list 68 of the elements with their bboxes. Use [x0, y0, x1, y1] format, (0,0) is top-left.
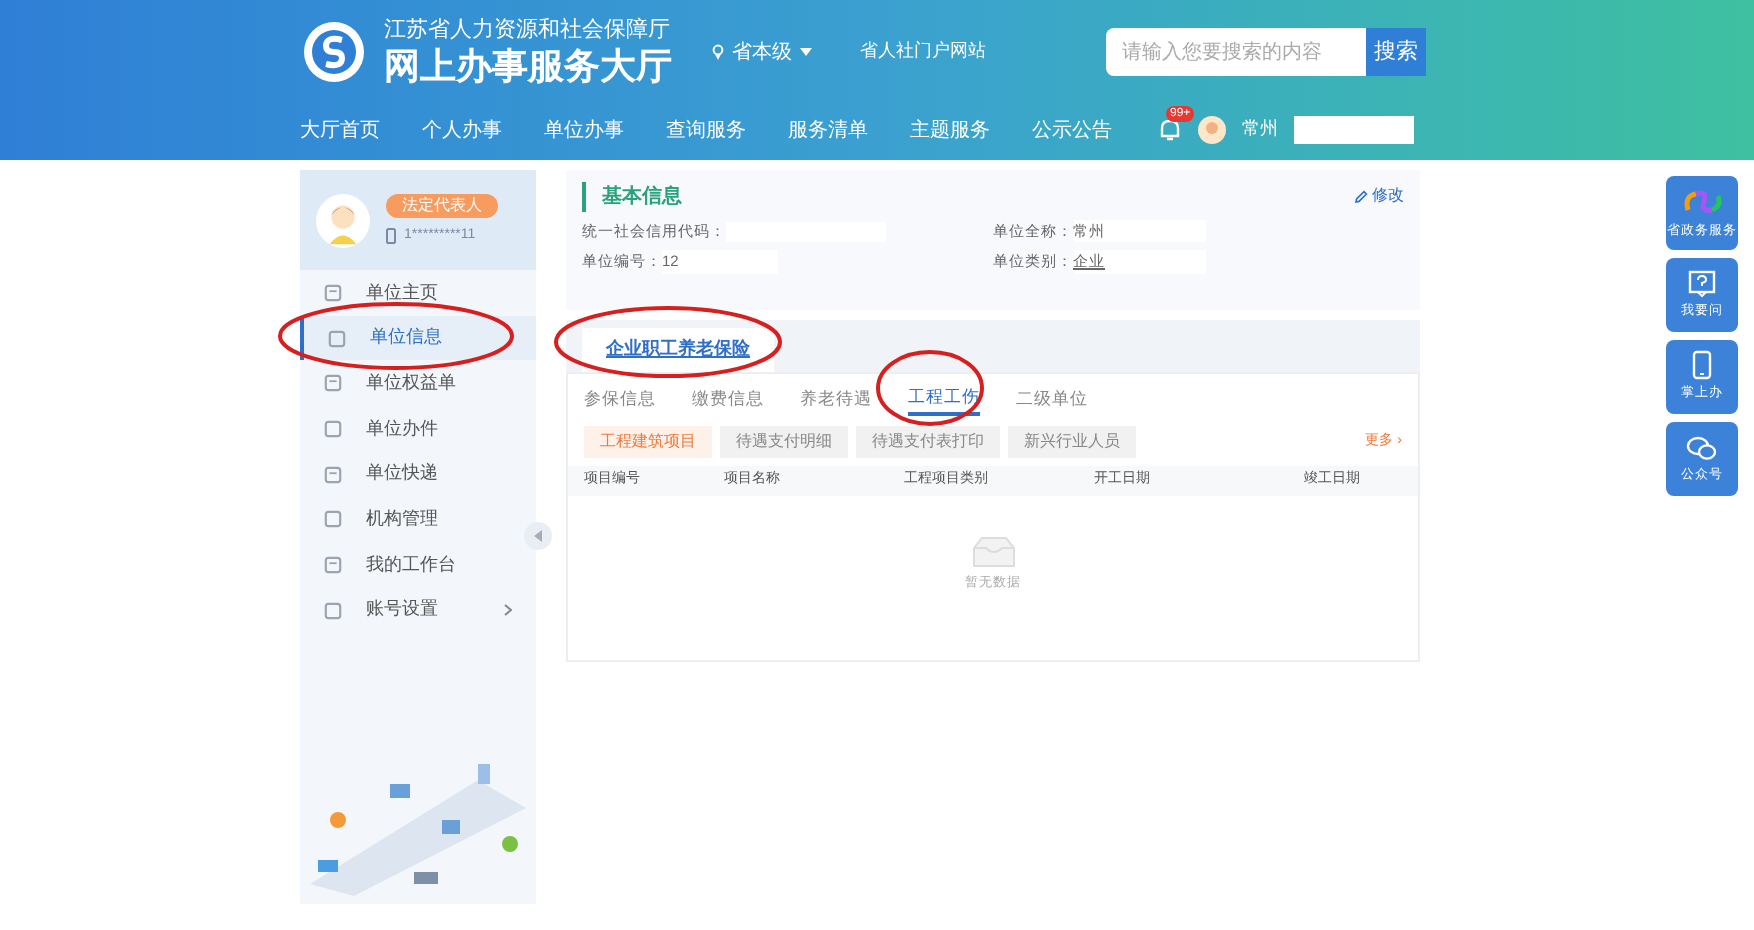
site-title: 网上办事服务大厅	[384, 43, 672, 87]
collapse-button[interactable]	[524, 522, 552, 550]
sidebar-item-label: 单位办件	[366, 415, 438, 442]
sidebar-item-label: 单位信息	[370, 324, 442, 351]
nav-link[interactable]: 查询服务	[666, 115, 788, 145]
nav-link[interactable]: 服务清单	[788, 115, 910, 145]
annotation-ellipse	[876, 350, 984, 426]
nav-link[interactable]: 大厅首页	[300, 115, 422, 145]
question-icon	[1688, 269, 1716, 298]
chevron-icon	[504, 604, 512, 617]
avatar-icon[interactable]	[1198, 116, 1226, 144]
avatar-icon	[316, 193, 370, 247]
sidebar-item-label: 单位主页	[366, 279, 438, 306]
phone-icon	[386, 228, 396, 244]
nav-link[interactable]: 主题服务	[910, 115, 1032, 145]
logo-icon	[300, 18, 368, 86]
menu-item-icon	[324, 283, 342, 302]
filter-tab[interactable]: 工程建筑项目	[584, 426, 712, 458]
phone-icon	[1692, 350, 1712, 381]
bell-icon[interactable]	[1158, 118, 1182, 142]
search-field[interactable]: 请输入您要搜索的内容	[1106, 28, 1366, 76]
edit-link[interactable]: 修改	[1354, 184, 1404, 208]
sidebar-item-label: 我的工作台	[366, 551, 456, 578]
logo-icon	[1680, 185, 1724, 218]
nav-link[interactable]: 公示公告	[1032, 115, 1154, 145]
org-name: 江苏省人力资源和社会保障厅	[384, 17, 672, 43]
menu-item-icon	[328, 329, 346, 348]
sidebar-item-label: 账号设置	[366, 596, 438, 623]
sub-tab[interactable]: 参保信息	[584, 380, 656, 416]
menu-item-icon	[324, 465, 342, 484]
menu-item-icon	[324, 555, 342, 574]
caret-icon	[800, 48, 812, 56]
location-icon	[712, 44, 724, 60]
filter-tab[interactable]: 待遇支付表打印	[856, 426, 1000, 458]
insurance-tab[interactable]: 企业职工养老保险	[582, 328, 774, 372]
sidebar-item-label: 机构管理	[366, 506, 438, 533]
nav-link[interactable]: 单位办事	[544, 115, 666, 145]
sidebar-item[interactable]: 单位权益单	[300, 360, 536, 407]
user-name[interactable]: 常州	[1242, 116, 1278, 144]
menu-item-icon	[324, 510, 342, 529]
filter-tab[interactable]: 新兴行业人员	[1008, 426, 1136, 458]
sub-tab[interactable]: 二级单位	[1016, 380, 1088, 416]
nav-link[interactable]: 个人办事	[422, 115, 544, 145]
chat-icon	[1686, 433, 1718, 462]
search-button[interactable]: 搜索	[1366, 28, 1426, 76]
pencil-icon	[1354, 189, 1368, 203]
portal-link[interactable]: 省人社门户网站	[860, 38, 986, 66]
menu-item-icon	[324, 419, 342, 438]
sidebar-item[interactable]: 单位办件	[300, 406, 536, 452]
sidebar-item[interactable]: 单位信息	[300, 315, 536, 361]
region-selector[interactable]: 省本级	[712, 37, 812, 67]
sidebar-item-label: 单位权益单	[366, 369, 456, 396]
collapse-arrow-icon	[534, 530, 542, 542]
filter-tab[interactable]: 待遇支付明细	[720, 426, 848, 458]
menu-item-icon	[324, 601, 342, 620]
role-badge: 法定代表人	[386, 193, 498, 218]
sub-tab[interactable]: 缴费信息	[692, 380, 764, 416]
menu-item-icon	[324, 374, 342, 393]
section-title: 基本信息	[582, 181, 682, 211]
redacted-block	[1294, 116, 1414, 144]
sub-tab[interactable]: 养老待遇	[800, 380, 872, 416]
sidebar-item[interactable]: 单位主页	[300, 270, 536, 316]
sidebar-item-label: 单位快递	[366, 460, 438, 487]
sidebar-item[interactable]: 机构管理	[300, 496, 536, 543]
empty-box-icon	[969, 536, 1017, 568]
sidebar-item[interactable]: 我的工作台	[300, 542, 536, 588]
sidebar-item[interactable]: 单位快递	[300, 451, 536, 497]
sidebar-item[interactable]: 账号设置	[300, 587, 536, 633]
